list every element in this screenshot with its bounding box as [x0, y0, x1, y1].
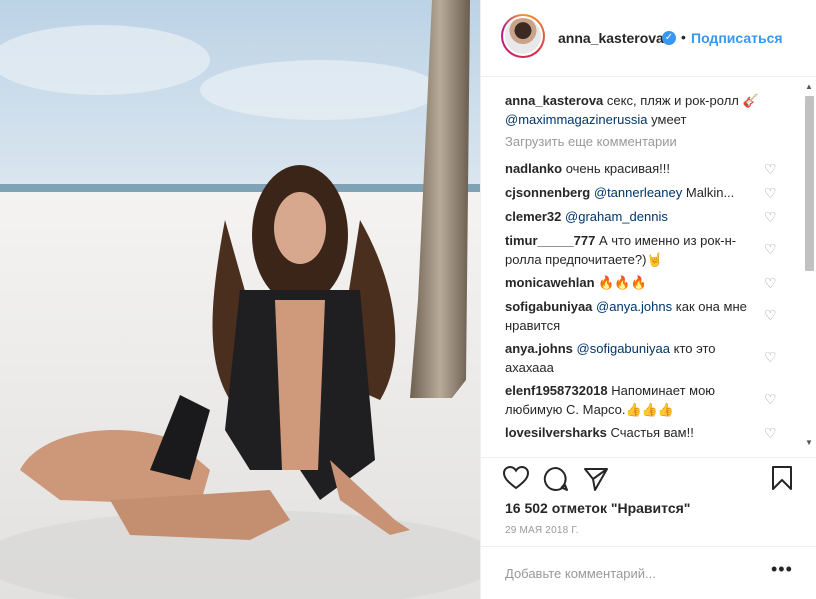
- comment-text: очень красивая!!!: [565, 161, 670, 176]
- comment-mention[interactable]: @anya.johns: [596, 299, 672, 314]
- post-sidebar: anna_kasterova ✓ • Подписаться anna_kast…: [480, 0, 816, 599]
- comment-item: sofigabuniyaa @anya.johns как она мне нр…: [505, 297, 755, 335]
- add-comment-input[interactable]: Добавьте комментарий...: [505, 566, 656, 581]
- caption-tail: умеет: [651, 112, 687, 127]
- more-options-button[interactable]: •••: [771, 559, 793, 580]
- comment-item: clemer32 @graham_dennis: [505, 207, 755, 226]
- comment-username[interactable]: elenf1958732018: [505, 383, 608, 398]
- separator-dot: •: [681, 29, 686, 45]
- comment-item: anya.johns @sofigabuniyaa кто это ахахаа…: [505, 339, 755, 377]
- comment-item: elenf1958732018 Напоминает мою любимую С…: [505, 381, 755, 419]
- heart-icon[interactable]: ♡: [764, 426, 777, 440]
- load-more-comments-button[interactable]: Загрузить еще комментарии: [505, 134, 677, 149]
- likes-count[interactable]: 16 502 отметок "Нравится": [505, 500, 690, 516]
- comment-username[interactable]: sofigabuniyaa: [505, 299, 592, 314]
- heart-icon[interactable]: ♡: [764, 242, 777, 256]
- caption-username[interactable]: anna_kasterova: [505, 93, 603, 108]
- comment-username[interactable]: cjsonnenberg: [505, 185, 590, 200]
- heart-icon[interactable]: ♡: [764, 308, 777, 322]
- share-icon[interactable]: [583, 466, 609, 492]
- scroll-up-icon[interactable]: ▲: [805, 82, 813, 91]
- heart-icon[interactable]: ♡: [764, 392, 777, 406]
- scrollbar-thumb[interactable]: [805, 96, 814, 271]
- avatar-image: [505, 18, 541, 54]
- caption-text: секс, пляж и рок-ролл 🎸: [606, 93, 759, 108]
- action-bar: [481, 457, 816, 498]
- verified-badge-icon: ✓: [662, 31, 676, 45]
- comment-username[interactable]: lovesilversharks: [505, 425, 607, 440]
- comment-username[interactable]: anya.johns: [505, 341, 573, 356]
- caption-mention[interactable]: @maximmagazinerussia: [505, 112, 648, 127]
- heart-icon[interactable]: ♡: [764, 162, 777, 176]
- username-link[interactable]: anna_kasterova: [558, 30, 664, 46]
- comment-username[interactable]: clemer32: [505, 209, 561, 224]
- comment-username[interactable]: timur_____777: [505, 233, 595, 248]
- comment-item: monicawehlan 🔥🔥🔥: [505, 273, 755, 292]
- comment-item: cjsonnenberg @tannerleaney Malkin...: [505, 183, 755, 202]
- comment-item: lovesilversharks Счастья вам!!: [505, 423, 755, 442]
- post-header: anna_kasterova ✓ • Подписаться: [481, 0, 816, 77]
- follow-button[interactable]: Подписаться: [691, 30, 783, 46]
- post-photo[interactable]: [0, 0, 480, 599]
- heart-icon[interactable]: [503, 466, 529, 490]
- comment-icon[interactable]: [543, 466, 569, 492]
- avatar[interactable]: [501, 14, 545, 58]
- add-comment-bar: Добавьте комментарий... •••: [481, 546, 816, 599]
- post-date[interactable]: 29 МАЯ 2018 Г.: [505, 525, 579, 536]
- comment-mention[interactable]: @sofigabuniyaa: [577, 341, 670, 356]
- heart-icon[interactable]: ♡: [764, 276, 777, 290]
- comments-scrollbar[interactable]: ▲ ▼: [803, 82, 815, 452]
- comment-text: Malkin...: [685, 185, 735, 200]
- comment-item: timur_____777 А что именно из рок-н-ролл…: [505, 231, 755, 269]
- comment-item: nadlanko очень красивая!!!: [505, 159, 755, 178]
- comment-username[interactable]: nadlanko: [505, 161, 562, 176]
- post-caption: anna_kasterova секс, пляж и рок-ролл 🎸 @…: [505, 91, 785, 129]
- comment-text: Счастья вам!!: [610, 425, 694, 440]
- comment-username[interactable]: monicawehlan: [505, 275, 595, 290]
- comment-text: 🔥🔥🔥: [598, 275, 647, 290]
- heart-icon[interactable]: ♡: [764, 186, 777, 200]
- heart-icon[interactable]: ♡: [764, 350, 777, 364]
- heart-icon[interactable]: ♡: [764, 210, 777, 224]
- scroll-down-icon[interactable]: ▼: [805, 438, 813, 447]
- comments-list: anna_kasterova секс, пляж и рок-ролл 🎸 @…: [481, 77, 801, 457]
- instagram-post-modal: anna_kasterova ✓ • Подписаться anna_kast…: [0, 0, 816, 599]
- comment-mention[interactable]: @graham_dennis: [565, 209, 668, 224]
- comment-mention[interactable]: @tannerleaney: [594, 185, 682, 200]
- bookmark-icon[interactable]: [771, 465, 793, 491]
